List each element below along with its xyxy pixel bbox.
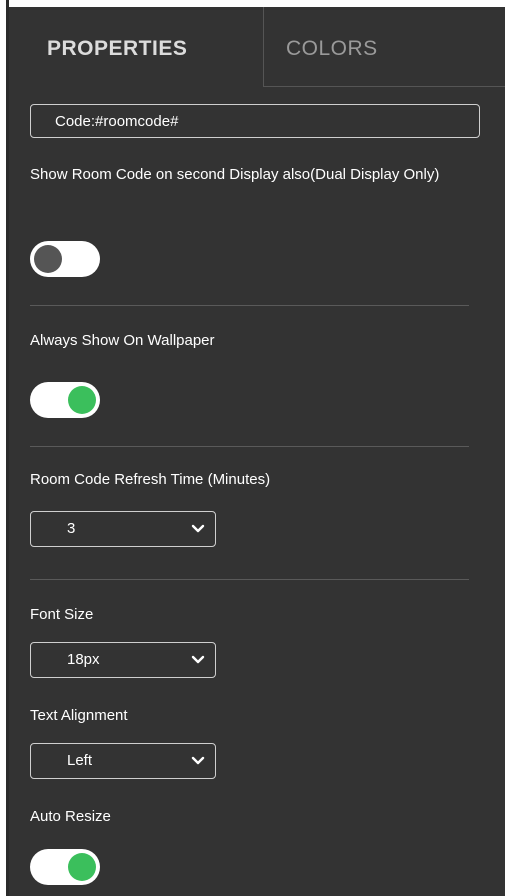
font-size-select[interactable]: 18px: [30, 642, 216, 678]
refresh-time-select[interactable]: 3: [30, 511, 216, 547]
text-alignment-select[interactable]: Left: [30, 743, 216, 779]
auto-resize-toggle[interactable]: [30, 849, 100, 885]
tab-colors[interactable]: COLORS: [263, 7, 505, 87]
toggle-knob: [68, 853, 96, 881]
chevron-down-icon: [191, 655, 205, 664]
dual-display-toggle[interactable]: [30, 241, 100, 277]
divider: [30, 305, 469, 306]
tab-properties[interactable]: PROPERTIES: [9, 7, 263, 87]
chevron-down-icon: [191, 756, 205, 765]
toggle-knob: [68, 386, 96, 414]
top-strip: [9, 0, 505, 7]
text-alignment-value: Left: [67, 752, 93, 769]
tab-bar: PROPERTIES COLORS: [9, 7, 505, 87]
wallpaper-label: Always Show On Wallpaper: [30, 332, 215, 349]
auto-resize-label: Auto Resize: [30, 808, 111, 825]
dual-display-label: Show Room Code on second Display also(Du…: [30, 166, 440, 183]
refresh-time-value: 3: [67, 520, 76, 537]
font-size-label: Font Size: [30, 606, 94, 623]
refresh-time-label: Room Code Refresh Time (Minutes): [30, 471, 271, 488]
wallpaper-toggle[interactable]: [30, 382, 100, 418]
font-size-value: 18px: [67, 651, 100, 668]
divider: [30, 579, 469, 580]
chevron-down-icon: [191, 524, 205, 533]
text-alignment-label: Text Alignment: [30, 707, 128, 724]
room-code-text-input[interactable]: [30, 104, 480, 138]
properties-panel: PROPERTIES COLORS Show Room Code on seco…: [9, 7, 505, 896]
divider: [30, 446, 469, 447]
toggle-knob: [34, 245, 62, 273]
